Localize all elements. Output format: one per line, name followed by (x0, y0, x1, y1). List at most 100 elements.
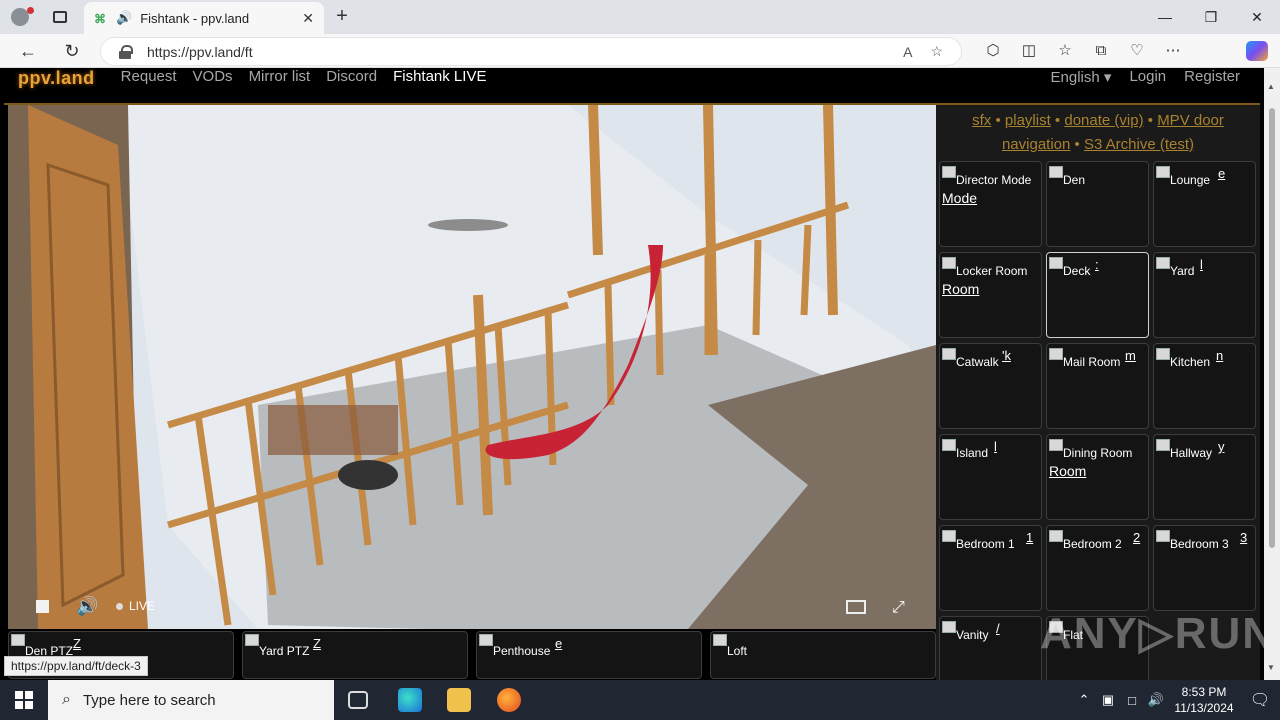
panel-links: sfx • playlist • donate (vip) • MPV door… (936, 105, 1260, 157)
picture-in-picture-icon[interactable] (846, 600, 866, 614)
taskbar-search[interactable]: ⌕ Type here to search (48, 680, 334, 720)
broken-image-icon (1049, 348, 1063, 360)
broken-image-icon (1049, 257, 1063, 269)
camera-feed-image (8, 105, 936, 629)
collections-icon[interactable]: ⧉ (1083, 39, 1119, 63)
windows-taskbar: ⌕ Type here to search ⌃ ▣ □ 🔊 8:53 PM 11… (0, 680, 1280, 720)
fullscreen-icon[interactable]: ⤢ (892, 599, 905, 617)
tray-app-icon[interactable]: ▣ (1096, 692, 1120, 708)
speaker-icon[interactable]: 🔊 (116, 10, 132, 26)
broken-image-icon (713, 634, 727, 646)
anyrun-watermark: ANY▷RUN (1040, 609, 1264, 658)
nav-mirror-list[interactable]: Mirror list (249, 68, 311, 85)
cam-lounge[interactable]: Lounge e (1153, 161, 1256, 247)
broken-image-icon (1049, 530, 1063, 542)
donate-link[interactable]: donate (vip) (1064, 112, 1143, 129)
file-explorer-icon[interactable] (447, 688, 471, 712)
lock-icon[interactable] (119, 44, 133, 59)
site-logo[interactable]: ppv.land (18, 68, 95, 89)
split-screen-icon[interactable]: ◫ (1011, 39, 1047, 63)
cam-mail-room[interactable]: Mail Room m (1046, 343, 1149, 429)
refresh-icon[interactable]: ↻ (58, 39, 86, 63)
profile-icon[interactable] (0, 0, 40, 34)
cam-locker-room[interactable]: Locker Room Room (939, 252, 1042, 338)
cam-dining-room[interactable]: Dining Room Room (1046, 434, 1149, 520)
close-window-icon[interactable]: ✕ (1234, 0, 1280, 34)
link-status-tooltip: https://ppv.land/ft/deck-3 (4, 656, 148, 676)
broken-image-icon (942, 166, 956, 178)
nav-fishtank-live[interactable]: Fishtank LIVE (393, 68, 486, 85)
new-tab-button[interactable]: + (330, 4, 354, 28)
browser-tab[interactable]: ⌘ 🔊 Fishtank - ppv.land ✕ (84, 2, 324, 34)
site-favicon-icon: ⌘ (94, 12, 106, 26)
url-bar[interactable]: https://ppv.land/ft A ☆ (100, 37, 962, 66)
cam-island[interactable]: Island l (939, 434, 1042, 520)
extensions-icon[interactable]: ⬡ (975, 39, 1011, 63)
browser-essentials-icon[interactable]: ♡ (1119, 39, 1155, 63)
back-arrow-icon[interactable]: ← (14, 39, 42, 63)
cam-yard[interactable]: Yard l (1153, 252, 1256, 338)
window-controls: — ❐ ✕ (1142, 0, 1280, 34)
cam-bedroom-3[interactable]: Bedroom 33 (1153, 525, 1256, 611)
video-player[interactable]: 🔊 LIVE ⤢ (8, 105, 936, 629)
language-dropdown[interactable]: English ▾ (1051, 68, 1112, 86)
minimize-icon[interactable]: — (1142, 0, 1188, 34)
cam-catwalk[interactable]: Catwalk'k (939, 343, 1042, 429)
cam-penthouse[interactable]: Penthouse e (476, 631, 702, 679)
login-link[interactable]: Login (1129, 68, 1166, 86)
stop-button[interactable] (36, 600, 49, 613)
tab-actions-icon[interactable] (40, 0, 80, 34)
cam-bedroom-1[interactable]: Bedroom 11 (939, 525, 1042, 611)
live-indicator[interactable]: LIVE (116, 599, 155, 613)
cam-kitchen[interactable]: Kitchen n (1153, 343, 1256, 429)
scroll-up-icon[interactable]: ▲ (1267, 82, 1275, 91)
cam-loft[interactable]: Loft (710, 631, 936, 679)
cam-hallway[interactable]: Hallway y (1153, 434, 1256, 520)
page-scrollbar[interactable]: ▲ ▼ (1264, 68, 1280, 680)
sfx-link[interactable]: sfx (972, 112, 991, 129)
restore-icon[interactable]: ❐ (1188, 0, 1234, 34)
more-menu-icon[interactable]: ⋯ (1155, 39, 1191, 63)
playlist-link[interactable]: playlist (1005, 112, 1051, 129)
tray-chevron-icon[interactable]: ⌃ (1072, 692, 1096, 708)
broken-image-icon (479, 634, 493, 646)
windows-start-icon[interactable] (0, 680, 48, 720)
cam-deck[interactable]: Deck: (1046, 252, 1149, 338)
cam-bedroom-2[interactable]: Bedroom 22 (1046, 525, 1149, 611)
broken-image-icon (1156, 257, 1170, 269)
firefox-icon[interactable] (497, 688, 521, 712)
nav-vods[interactable]: VODs (193, 68, 233, 85)
clock-time: 8:53 PM (1181, 685, 1227, 699)
separator: • (1147, 112, 1154, 129)
nav-request[interactable]: Request (121, 68, 177, 85)
edge-icon[interactable] (398, 688, 422, 712)
search-icon: ⌕ (62, 691, 71, 708)
read-aloud-icon[interactable]: A (903, 44, 912, 60)
network-icon[interactable]: □ (1120, 693, 1144, 708)
nav-discord[interactable]: Discord (326, 68, 377, 85)
notification-icon[interactable]: 🗨 (1240, 690, 1280, 710)
close-tab-icon[interactable]: ✕ (302, 10, 314, 27)
clock[interactable]: 8:53 PM 11/13/2024 (1168, 684, 1240, 716)
cam-den[interactable]: Den (1046, 161, 1149, 247)
copilot-icon[interactable] (1246, 41, 1268, 61)
volume-tray-icon[interactable]: 🔊 (1144, 692, 1168, 708)
url-text[interactable]: https://ppv.land/ft (147, 44, 903, 60)
address-toolbar: ← ↻ https://ppv.land/ft A ☆ ⬡ ◫ ☆ ⧉ ♡ ⋯ (0, 34, 1280, 68)
task-view-icon[interactable] (348, 691, 368, 709)
mpv-door-link[interactable]: MPV door (1157, 112, 1224, 129)
cam-vanity[interactable]: Vanity / (939, 616, 1042, 680)
camera-panel: sfx • playlist • donate (vip) • MPV door… (936, 105, 1260, 680)
s3-archive-link[interactable]: S3 Archive (test) (1084, 136, 1194, 153)
navigation-link[interactable]: navigation (1002, 136, 1070, 153)
cam-director-mode[interactable]: Director Mode Mode (939, 161, 1042, 247)
register-link[interactable]: Register (1184, 68, 1240, 86)
scroll-thumb[interactable] (1269, 108, 1275, 548)
cam-yard-ptz[interactable]: Yard PTZ Z (242, 631, 468, 679)
favorites-icon[interactable]: ☆ (1047, 39, 1083, 63)
scroll-down-icon[interactable]: ▼ (1267, 663, 1275, 672)
favorite-star-icon[interactable]: ☆ (930, 43, 943, 60)
broken-image-icon (942, 621, 956, 633)
volume-icon[interactable]: 🔊 (76, 596, 98, 617)
broken-image-icon (1156, 348, 1170, 360)
